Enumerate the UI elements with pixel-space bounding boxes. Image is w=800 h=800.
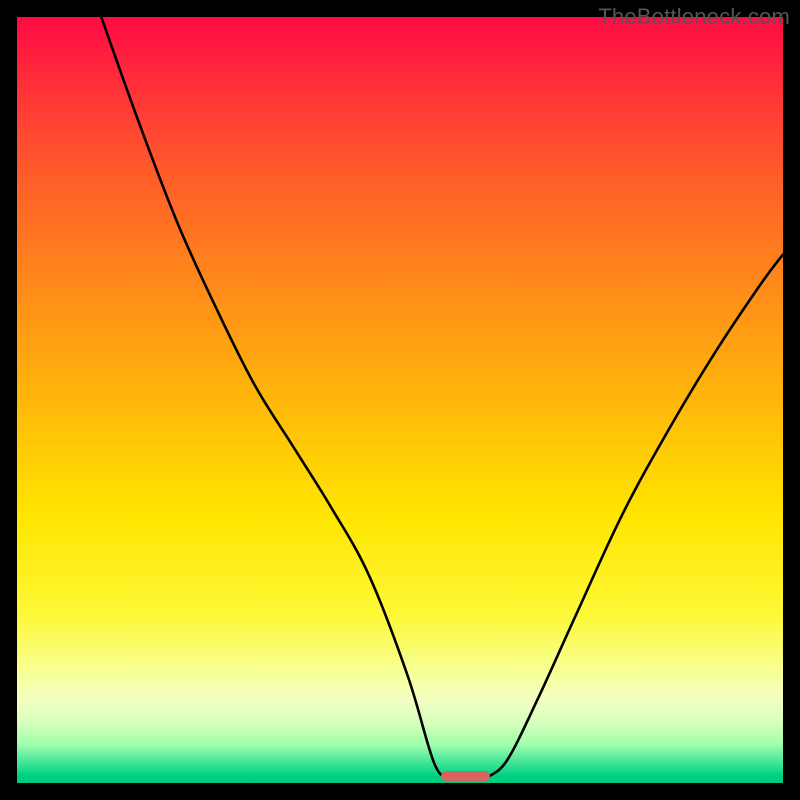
- plot-area: [17, 17, 783, 783]
- chart-frame: TheBottleneck.com: [0, 0, 800, 800]
- curve-right-branch: [488, 254, 783, 776]
- curve-left-branch: [101, 17, 450, 777]
- curve-layer: [17, 17, 783, 783]
- optimum-marker: [441, 771, 490, 782]
